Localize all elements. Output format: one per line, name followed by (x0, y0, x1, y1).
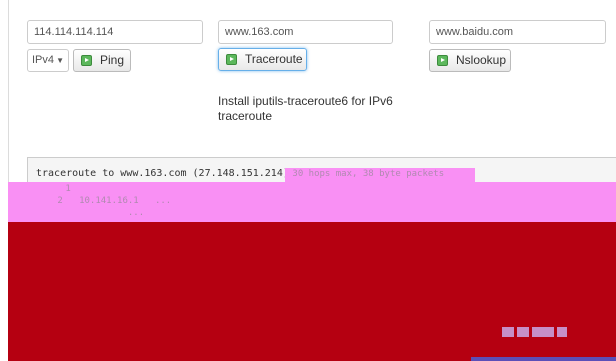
nslookup-button[interactable]: Nslookup (429, 49, 511, 72)
redaction-overlay (8, 222, 616, 361)
nslookup-button-label: Nslookup (456, 53, 507, 67)
redacted-output-text: 30 hops max, 38 byte packets (287, 169, 445, 179)
nslookup-host-input[interactable] (429, 20, 606, 44)
watermark-glyph (557, 327, 567, 337)
play-icon (226, 54, 237, 65)
protocol-select-value: IPv4 (32, 54, 55, 66)
watermark-glyph (532, 327, 554, 337)
watermark-glyph (502, 327, 514, 337)
protocol-select[interactable]: IPv4 ▼ (27, 49, 69, 72)
play-icon (437, 55, 448, 66)
chevron-down-icon: ▼ (56, 56, 64, 65)
ipv6-traceroute-hint: Install iputils-traceroute6 for IPv6 tra… (218, 94, 393, 123)
output-line: traceroute to www.163.com (27.148.151.21… (36, 168, 289, 179)
redaction-overlay: 1 2 10.141.16.1 ... ... (8, 182, 616, 222)
redaction-overlay: 30 hops max, 38 byte packets (285, 168, 475, 182)
bottom-strip (471, 357, 616, 361)
traceroute-button[interactable]: Traceroute (218, 48, 307, 71)
ping-button[interactable]: Ping (73, 49, 131, 72)
ping-button-label: Ping (100, 53, 125, 67)
traceroute-host-input[interactable] (218, 20, 393, 44)
ping-host-input[interactable] (27, 20, 203, 44)
redacted-output-text: 2 10.141.16.1 ... (52, 196, 172, 206)
watermark-glyph (517, 327, 529, 337)
redacted-output-text: 1 (60, 184, 71, 194)
play-icon (81, 55, 92, 66)
watermark (502, 325, 586, 339)
traceroute-button-label: Traceroute (245, 52, 303, 66)
redacted-output-text: ... (52, 208, 145, 218)
